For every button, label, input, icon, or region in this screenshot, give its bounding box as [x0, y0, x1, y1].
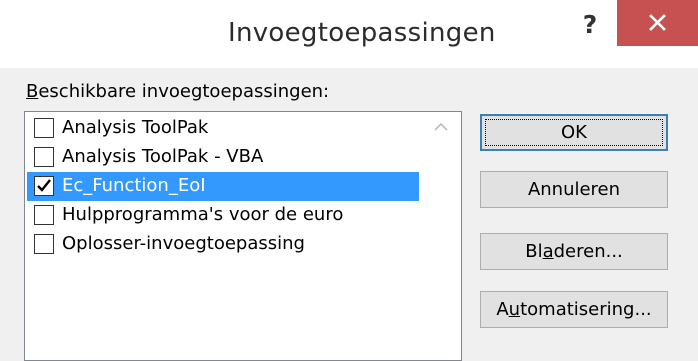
help-button[interactable]: ? — [568, 6, 612, 46]
item-label: Ec_Function_EoI — [62, 175, 206, 196]
scroll-up-button[interactable] — [421, 112, 461, 142]
chevron-up-icon — [434, 122, 448, 131]
list-item[interactable]: Oplosser-invoegtoepassing — [27, 230, 419, 259]
available-addins-label: Beschikbare invoegtoepassingen: — [26, 81, 330, 102]
cancel-button[interactable]: Annuleren — [480, 171, 668, 208]
list-item[interactable]: Analysis ToolPak — [27, 114, 419, 143]
close-icon — [649, 14, 666, 31]
checkbox[interactable] — [34, 147, 54, 167]
list-item-selected[interactable]: Ec_Function_EoI — [27, 172, 419, 201]
window-title: Invoegtoepassingen — [228, 18, 496, 48]
close-button[interactable] — [617, 0, 698, 46]
focus-rectangle — [485, 119, 663, 146]
checkbox[interactable] — [34, 205, 54, 225]
vertical-scrollbar[interactable] — [421, 112, 461, 360]
automation-button[interactable]: Automatisering... — [480, 291, 668, 328]
item-label: Analysis ToolPak — [62, 117, 209, 138]
checkbox-checked[interactable] — [34, 176, 54, 196]
list-item[interactable]: Analysis ToolPak - VBA — [27, 143, 419, 172]
checkbox[interactable] — [34, 118, 54, 138]
item-label: Oplosser-invoegtoepassing — [62, 233, 305, 254]
ok-button[interactable]: OK — [480, 114, 668, 151]
browse-button[interactable]: Bladeren... — [480, 233, 668, 270]
item-label: Hulpprogramma's voor de euro — [62, 204, 344, 225]
item-label: Analysis ToolPak - VBA — [62, 146, 264, 167]
title-bar: Invoegtoepassingen ? — [0, 0, 698, 68]
checkbox[interactable] — [34, 234, 54, 254]
checkmark-icon — [37, 179, 51, 192]
list-item[interactable]: Hulpprogramma's voor de euro — [27, 201, 419, 230]
addins-listbox[interactable]: Analysis ToolPak Analysis ToolPak - VBA … — [24, 111, 462, 361]
